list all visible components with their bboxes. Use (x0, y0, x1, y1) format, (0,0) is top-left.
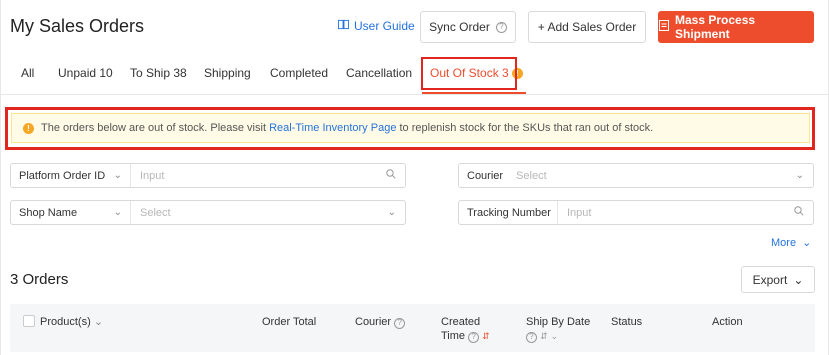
tab-unpaid[interactable]: Unpaid 10 (58, 66, 113, 80)
select-all-checkbox[interactable] (23, 315, 35, 327)
column-products-label: Product(s) (40, 316, 91, 328)
order-id-input[interactable]: Input (131, 164, 405, 187)
help-icon: ? (468, 331, 480, 343)
tracking-number-label: Tracking Number (459, 201, 558, 224)
out-of-stock-alert: ! The orders below are out of stock. Ple… (11, 113, 810, 143)
sync-order-label: Sync Order (429, 20, 490, 34)
search-icon (794, 206, 804, 219)
document-icon (659, 20, 669, 34)
shop-filter: Shop Name ⌄ Select ⌄ (10, 200, 406, 225)
order-id-filter: Platform Order ID ⌄ Input (10, 163, 406, 188)
courier-filter[interactable]: Courier Select ⌄ (458, 163, 814, 188)
user-guide-link[interactable]: User Guide (338, 19, 415, 33)
shop-select[interactable]: Select ⌄ (131, 201, 405, 224)
tabs-divider (0, 94, 829, 95)
chevron-down-icon: ⌄ (793, 272, 804, 287)
column-order-total: Order Total (262, 316, 317, 328)
column-ship-by-label: Ship By Date (526, 316, 591, 328)
chevron-down-icon: ⌄ (93, 316, 104, 328)
chevron-down-icon: ⌄ (387, 207, 396, 218)
help-icon: ? (495, 21, 507, 33)
tab-shipping[interactable]: Shipping (204, 66, 251, 80)
shop-placeholder: Select (140, 206, 171, 219)
tab-completed[interactable]: Completed (270, 66, 328, 80)
tracking-number-input[interactable]: Input (558, 201, 813, 224)
help-icon: ? (526, 331, 537, 343)
help-icon: ? (394, 317, 406, 329)
chevron-down-icon: ⌄ (113, 170, 122, 181)
alert-text-before: The orders below are out of stock. Pleas… (41, 122, 270, 134)
column-action: Action (712, 316, 743, 328)
column-created-label-1: Created (441, 316, 481, 328)
alert-text-after: to replenish stock for the SKUs that ran… (396, 122, 654, 134)
shop-type-select[interactable]: Shop Name ⌄ (11, 201, 131, 224)
mass-process-label: Mass Process Shipment (675, 13, 756, 41)
search-icon (386, 169, 396, 182)
sync-order-button[interactable]: Sync Order ? (420, 11, 516, 43)
chevron-down-icon: ⌄ (795, 170, 804, 181)
inventory-page-link[interactable]: Real-Time Inventory Page (269, 122, 396, 134)
user-guide-label: User Guide (354, 19, 415, 33)
book-icon (338, 19, 349, 33)
courier-filter-label: Courier (467, 169, 504, 182)
courier-select[interactable]: Select ⌄ (507, 164, 813, 187)
alert-text: The orders below are out of stock. Pleas… (41, 122, 653, 134)
sort-icon[interactable]: ⇵ (540, 331, 548, 341)
tab-cancellation[interactable]: Cancellation (346, 66, 412, 80)
column-products[interactable]: Product(s) ⌄ (40, 315, 103, 329)
page-title: My Sales Orders (10, 16, 145, 36)
column-created-time[interactable]: Created Time ? ⇵ (441, 315, 490, 343)
add-sales-order-button[interactable]: + Add Sales Order (528, 11, 646, 43)
tab-to-ship[interactable]: To Ship 38 (130, 66, 187, 80)
column-courier: Courier ? (355, 315, 406, 329)
chevron-down-icon: ⌄ (113, 207, 122, 218)
warning-icon: ! (23, 122, 34, 134)
tracking-number-filter: Tracking Number Input (458, 200, 814, 225)
sort-icon[interactable]: ⇵ (482, 331, 490, 341)
shop-type-label: Shop Name (19, 206, 78, 219)
order-status-tabs: All Unpaid 10 To Ship 38 Shipping Comple… (0, 58, 829, 88)
order-id-type-label: Platform Order ID (19, 169, 106, 182)
chevron-down-icon: ⌄ (802, 237, 812, 249)
export-label: Export (752, 272, 788, 287)
orders-count: 3 Orders (10, 271, 69, 288)
orders-table-header: Product(s) ⌄ Order Total Courier ? Creat… (10, 304, 815, 352)
order-id-placeholder: Input (140, 169, 165, 182)
order-id-type-select[interactable]: Platform Order ID ⌄ (11, 164, 131, 187)
courier-placeholder: Select (516, 169, 547, 182)
tracking-number-placeholder: Input (566, 206, 592, 219)
more-filters-link[interactable]: More ⌄ (771, 236, 812, 250)
mass-process-shipment-button[interactable]: Mass Process Shipment (658, 11, 814, 43)
column-courier-label: Courier (355, 316, 392, 328)
column-ship-by-date[interactable]: Ship By Date ? ⇵ ⌄ (526, 315, 590, 343)
more-label: More (771, 236, 797, 249)
column-status: Status (611, 316, 643, 328)
column-created-label-2: Time (441, 330, 466, 342)
export-button[interactable]: Export ⌄ (741, 266, 815, 293)
chevron-down-icon[interactable]: ⌄ (551, 331, 559, 341)
add-sales-order-label: + Add Sales Order (537, 20, 637, 34)
highlight-box-tab (421, 57, 517, 90)
tab-all[interactable]: All (21, 66, 34, 80)
